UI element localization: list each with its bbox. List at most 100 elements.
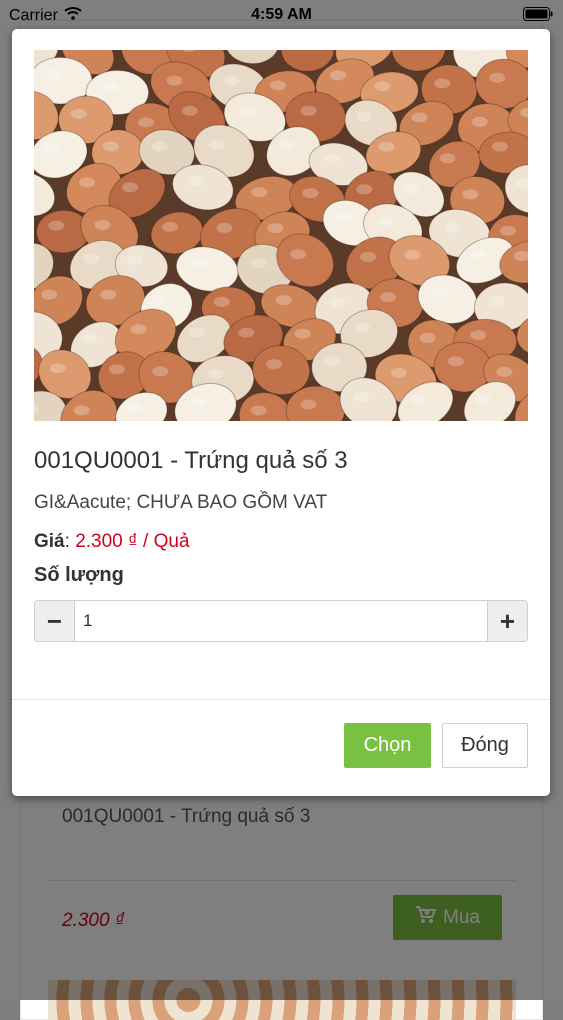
- price-separator: :: [65, 531, 70, 552]
- egg-highlight: [380, 292, 396, 302]
- egg-highlight: [192, 258, 208, 268]
- battery-icon: [523, 7, 553, 21]
- egg-highlight: [404, 183, 420, 193]
- egg-highlight: [290, 249, 306, 259]
- egg-highlight: [162, 222, 178, 232]
- egg-highlight: [103, 141, 119, 151]
- egg-highlight: [378, 217, 394, 227]
- egg-highlight: [100, 290, 116, 300]
- egg-highlight: [167, 76, 183, 86]
- egg-highlight: [109, 364, 125, 374]
- egg-highlight: [102, 82, 118, 92]
- egg-highlight: [448, 356, 464, 366]
- egg-highlight: [188, 176, 204, 186]
- egg-highlight: [209, 140, 225, 150]
- egg-highlight: [489, 73, 505, 83]
- egg-highlight: [131, 324, 147, 334]
- egg-highlight: [470, 330, 486, 340]
- egg-highlight: [488, 296, 504, 306]
- egg-highlight: [224, 76, 240, 86]
- egg-highlight: [71, 109, 87, 119]
- egg-highlight: [191, 397, 207, 407]
- egg-highlight: [83, 254, 99, 264]
- egg-highlight: [323, 153, 339, 163]
- egg-highlight: [492, 142, 508, 152]
- modal-footer-divider: [12, 699, 550, 700]
- egg-highlight: [74, 405, 90, 415]
- price-label: Giá: [34, 531, 65, 552]
- egg-highlight: [404, 250, 420, 260]
- egg-highlight: [410, 394, 426, 404]
- egg-highlight: [445, 223, 461, 233]
- egg-highlight: [152, 296, 168, 306]
- status-bar: Carrier 4:59 AM: [0, 0, 563, 30]
- increase-quantity-button[interactable]: +: [487, 601, 527, 641]
- egg-highlight: [420, 333, 436, 343]
- product-modal: 001QU0001 - Trứng quả số 3 GI&Aacute; CH…: [12, 29, 550, 796]
- egg-highlight: [295, 329, 311, 339]
- egg-highlight: [217, 223, 233, 233]
- egg-highlight: [152, 141, 168, 151]
- egg-highlight: [152, 366, 168, 376]
- egg-highlight: [335, 212, 351, 222]
- egg-highlight: [412, 113, 428, 123]
- quantity-stepper: − +: [34, 600, 528, 642]
- egg-highlight: [354, 392, 370, 402]
- egg-highlight: [251, 405, 267, 415]
- egg-highlight: [276, 295, 292, 305]
- egg-highlight: [138, 117, 154, 127]
- egg-highlight: [251, 187, 267, 197]
- product-title: 001QU0001 - Trứng quả số 3: [34, 447, 348, 475]
- egg-highlight: [356, 184, 372, 194]
- egg-highlight: [434, 78, 450, 88]
- egg-highlight: [391, 368, 407, 378]
- egg-highlight: [330, 298, 346, 308]
- egg-highlight: [81, 334, 97, 344]
- egg-highlight: [278, 140, 294, 150]
- eggs-photo: [34, 50, 528, 421]
- egg-highlight: [270, 80, 286, 90]
- price-value: 2.300 ₫ / Quả: [75, 531, 189, 552]
- egg-highlight: [50, 363, 66, 373]
- egg-highlight: [126, 403, 142, 413]
- eggs-image-drawing: [34, 50, 528, 421]
- egg-highlight: [324, 356, 340, 366]
- egg-highlight: [378, 142, 394, 152]
- egg-highlight: [356, 112, 372, 122]
- egg-highlight: [440, 153, 456, 163]
- egg-highlight: [302, 188, 318, 198]
- egg-highlight: [127, 255, 143, 265]
- egg-highlight: [496, 367, 512, 377]
- egg-highlight: [46, 70, 62, 80]
- egg-highlight: [470, 249, 486, 259]
- decrease-quantity-button[interactable]: −: [35, 601, 75, 641]
- egg-highlight: [44, 143, 60, 153]
- quantity-input[interactable]: [75, 601, 487, 641]
- egg-highlight: [354, 323, 370, 333]
- egg-highlight: [208, 369, 224, 379]
- select-button[interactable]: Chọn: [344, 723, 431, 768]
- egg-highlight: [462, 189, 478, 199]
- egg-highlight: [301, 400, 317, 410]
- price-line: Giá: 2.300 ₫ / Quả: [34, 531, 190, 553]
- egg-highlight: [330, 70, 346, 80]
- egg-highlight: [374, 81, 390, 91]
- egg-highlight: [48, 221, 64, 231]
- egg-highlight: [433, 288, 449, 298]
- egg-highlight: [250, 258, 266, 268]
- egg-highlight: [475, 394, 491, 404]
- egg-highlight: [95, 220, 111, 230]
- egg-highlight: [122, 182, 138, 192]
- egg-highlight: [182, 106, 198, 116]
- close-button[interactable]: Đóng: [442, 723, 528, 768]
- egg-highlight: [189, 328, 205, 338]
- egg-highlight: [41, 290, 57, 300]
- quantity-label: Số lượng: [34, 564, 124, 587]
- egg-highlight: [301, 106, 317, 116]
- egg-highlight: [360, 252, 376, 262]
- egg-highlight: [472, 117, 488, 127]
- egg-highlight: [214, 297, 230, 307]
- minus-icon: −: [47, 606, 62, 637]
- vat-note: GI&Aacute; CHƯA BAO GỒM VAT: [34, 492, 327, 514]
- egg-highlight: [266, 359, 282, 369]
